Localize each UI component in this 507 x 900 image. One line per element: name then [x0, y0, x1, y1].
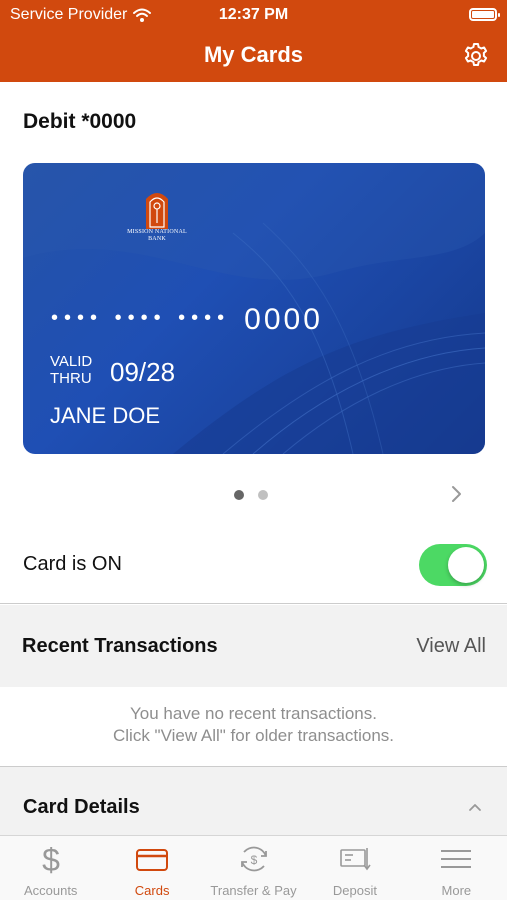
tab-label: More [441, 883, 472, 898]
masked-digits: •••• •••• •••• [51, 307, 231, 329]
tab-label: Transfer & Pay [210, 883, 297, 898]
app-header: Service Provider 12:37 PM My Cards [0, 0, 507, 82]
dollar-icon: $ [42, 842, 60, 876]
menu-icon [441, 850, 472, 868]
card-icon [136, 849, 169, 871]
card-pager [234, 490, 268, 500]
gear-icon[interactable] [461, 41, 491, 71]
pager-dot[interactable] [258, 490, 268, 500]
tab-label: Cards [134, 883, 170, 898]
card-status-row: Card is ON [0, 530, 507, 604]
tab-deposit[interactable]: Deposit [304, 836, 405, 900]
card-last-four: 0000 [244, 303, 323, 336]
bank-name: MISSION NATIONAL BANK [127, 229, 187, 242]
tab-cards[interactable]: Cards [101, 836, 202, 900]
debit-card[interactable]: MISSION NATIONAL BANK •••• •••• •••• 0000… [23, 163, 485, 454]
deposit-icon [340, 848, 371, 871]
svg-text:$: $ [250, 853, 257, 867]
recent-transactions-title: Recent Transactions [22, 635, 218, 657]
status-bar: Service Provider 12:37 PM [0, 0, 507, 30]
card-on-toggle[interactable] [419, 544, 487, 586]
battery-icon [469, 8, 500, 21]
valid-label-line2: THRU [50, 370, 92, 387]
tab-bar: $ Accounts Cards $ Transfer & Pay Deposi… [0, 835, 507, 900]
valid-label-line1: VALID [50, 353, 93, 370]
recent-transactions-header: Recent Transactions View All [0, 605, 507, 687]
empty-transactions-message: You have no recent transactions. Click "… [0, 703, 507, 747]
tab-accounts[interactable]: $ Accounts [0, 836, 101, 900]
empty-message-line1: You have no recent transactions. [130, 704, 377, 723]
tab-label: Accounts [23, 883, 78, 898]
toggle-knob [448, 547, 484, 583]
transfer-icon: $ [240, 846, 267, 872]
empty-message-line2: Click "View All" for older transactions. [112, 726, 395, 745]
pager-dot[interactable] [234, 490, 244, 500]
tab-transfer-pay[interactable]: $ Transfer & Pay [203, 836, 304, 900]
card-expiry: 09/28 [110, 357, 176, 387]
card-details-row[interactable]: Card Details [0, 766, 507, 835]
tab-more[interactable]: More [406, 836, 507, 900]
status-time: 12:37 PM [218, 6, 289, 23]
card-details-title: Card Details [23, 796, 140, 818]
svg-text:$: $ [42, 842, 60, 876]
chevron-right-icon[interactable] [449, 483, 465, 505]
valid-thru-label: VALID THRU [50, 353, 92, 387]
card-holder-name: JANE DOE [50, 403, 161, 428]
page-title: My Cards [203, 42, 304, 67]
tab-label: Deposit [332, 883, 377, 898]
card-title: Debit *0000 [23, 110, 137, 133]
card-number: •••• •••• •••• 0000 [51, 303, 323, 337]
card-status-label: Card is ON [23, 553, 122, 575]
chevron-up-icon[interactable] [467, 801, 483, 813]
view-all-link[interactable]: View All [416, 635, 486, 658]
